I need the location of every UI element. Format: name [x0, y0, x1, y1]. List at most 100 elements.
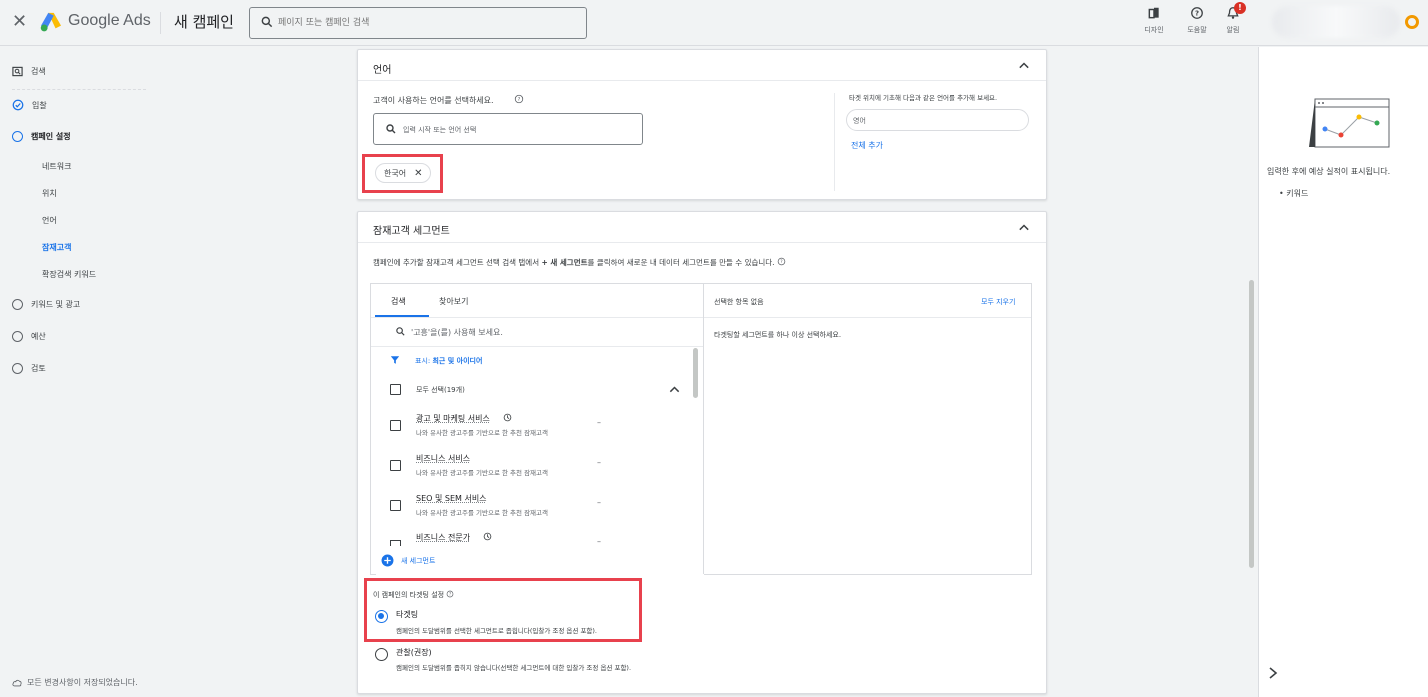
divider — [358, 242, 1046, 243]
new-segment-button[interactable]: 새 세그먼트 — [401, 556, 435, 566]
svg-text:?: ? — [1195, 10, 1199, 18]
nav-divider — [12, 89, 146, 90]
nav-sub-broad-match[interactable]: 확장검색 키워드 — [42, 269, 96, 280]
filter-value: 최근 및 아이디어 — [432, 357, 483, 365]
divider — [160, 12, 161, 34]
suggested-language-pill[interactable]: 영어 — [846, 109, 1029, 131]
segment-checkbox[interactable] — [390, 420, 401, 431]
design-label: 디자인 — [1144, 26, 1164, 34]
suggestion-text: 타겟 위치에 기초해 다음과 같은 언어를 추가해 보세요. — [849, 94, 998, 102]
left-nav: 검색 입찰 캠페인 설정 네트워크 위치 언어 잠재고객 확장검색 키워드 키워… — [0, 47, 158, 697]
search-icon — [386, 124, 396, 134]
account-info[interactable] — [1272, 6, 1400, 38]
chevron-up-icon[interactable] — [1019, 61, 1029, 71]
language-search-placeholder: 입력 시작 또는 언어 선택 — [403, 126, 477, 134]
segment-name[interactable]: SEO 및 SEM 서비스 — [416, 493, 487, 504]
notifications-button[interactable]: ! 알림 — [1216, 2, 1250, 35]
estimate-bullet: • 키워드 — [1279, 189, 1309, 198]
segment-name[interactable]: 비즈니스 서비스 — [416, 453, 470, 464]
help-icon[interactable]: ? — [777, 257, 786, 266]
search-icon — [396, 327, 405, 336]
design-button[interactable]: 디자인 — [1137, 6, 1171, 35]
segment-checkbox[interactable] — [390, 460, 401, 471]
filter-icon[interactable] — [390, 355, 400, 365]
right-panel: 입력한 후에 예상 실적이 표시됩니다. • 키워드 — [1258, 47, 1428, 697]
close-icon[interactable]: ✕ — [12, 13, 27, 31]
clear-all-link[interactable]: 모두 지우기 — [981, 297, 1015, 307]
nav-label-campaign-settings: 캠페인 설정 — [31, 132, 71, 141]
audience-card-title: 잠재고객 세그먼트 — [373, 226, 450, 237]
help-icon: ? — [1191, 7, 1203, 19]
nav-item-budget[interactable]: 예산 — [12, 331, 46, 342]
chevron-up-icon[interactable] — [669, 385, 680, 395]
notification-badge: ! — [1234, 2, 1246, 14]
svg-text:?: ? — [518, 97, 521, 103]
nav-sub-audience[interactable]: 잠재고객 — [42, 242, 71, 253]
divider — [371, 346, 703, 347]
nav-label-budget: 예산 — [31, 332, 46, 341]
nav-label-bidding: 입찰 — [32, 100, 47, 110]
segment-checkbox[interactable] — [390, 500, 401, 511]
chevron-up-icon[interactable] — [1019, 223, 1029, 233]
segment-name[interactable]: 비즈니스 전문가 — [416, 532, 470, 543]
language-prompt: 고객이 사용하는 언어를 선택하세요. — [373, 96, 494, 105]
divider — [371, 317, 703, 318]
segment-value: – — [597, 537, 601, 546]
nav-item-bidding[interactable]: 입찰 — [12, 99, 47, 111]
save-status: 모든 변경사항이 저장되었습니다. — [12, 677, 138, 688]
nav-item-search[interactable]: 검색 — [12, 66, 46, 77]
check-circle-icon — [12, 99, 24, 111]
top-bar: ✕ Google Ads 새 캠페인 디자인 ? 도움말 ! 알림 — [0, 0, 1428, 46]
segment-search-input[interactable]: '고흥'을(를) 사용해 보세요. — [411, 327, 503, 338]
page-search-input[interactable] — [278, 14, 578, 32]
tab-browse[interactable]: 찾아보기 — [439, 296, 468, 307]
highlight-box — [364, 578, 642, 642]
selected-title: 선택한 항목 없음 — [714, 298, 764, 306]
account-avatar[interactable] — [1405, 15, 1419, 29]
nav-item-keywords-ads[interactable]: 키워드 및 광고 — [12, 299, 80, 310]
segment-name[interactable]: 광고 및 마케팅 서비스 — [416, 413, 490, 424]
design-icon — [1148, 7, 1159, 19]
filter-label[interactable]: 표시: 최근 및 아이디어 — [415, 356, 482, 366]
divider — [358, 80, 1046, 81]
chevron-right-icon[interactable] — [1268, 667, 1278, 679]
add-circle-icon[interactable] — [381, 554, 394, 567]
search-campaign-icon — [12, 66, 23, 77]
step-current-icon — [12, 131, 23, 142]
observation-radio[interactable] — [375, 648, 388, 661]
segment-value: – — [597, 458, 601, 467]
segment-desc: 나와 유사한 광고주를 기반으로 한 추천 잠재고객 — [416, 429, 548, 437]
segment-value: – — [597, 498, 601, 507]
clock-icon — [483, 532, 492, 541]
nav-item-campaign-settings[interactable]: 캠페인 설정 — [12, 131, 71, 142]
help-button[interactable]: ? 도움말 — [1180, 6, 1214, 35]
vertical-divider — [834, 93, 835, 191]
save-status-text: 모든 변경사항이 저장되었습니다. — [27, 678, 138, 687]
nav-label-keywords-ads: 키워드 및 광고 — [31, 300, 81, 309]
tab-search[interactable]: 검색 — [391, 296, 406, 307]
filter-prefix: 표시: — [415, 357, 431, 365]
search-icon — [261, 16, 273, 28]
list-scrollbar[interactable] — [693, 348, 698, 398]
page-scrollbar[interactable] — [1249, 280, 1254, 568]
divider — [704, 317, 1031, 318]
language-card: 언어 고객이 사용하는 언어를 선택하세요. ? 입력 시작 또는 언어 선택 … — [357, 49, 1047, 200]
notifications-label: 알림 — [1226, 26, 1240, 34]
nav-sub-language[interactable]: 언어 — [42, 215, 57, 226]
nav-sub-location[interactable]: 위치 — [42, 188, 57, 199]
step-todo-icon — [12, 299, 23, 310]
page-search[interactable] — [249, 7, 587, 39]
add-all-link[interactable]: 전체 추가 — [851, 140, 883, 151]
performance-illustration — [1309, 98, 1390, 148]
segment-desc: 나와 유사한 광고주를 기반으로 한 추천 잠재고객 — [416, 469, 548, 477]
highlight-box — [362, 154, 443, 193]
nav-item-review[interactable]: 검토 — [12, 363, 46, 374]
audience-description: 캠페인에 추가할 잠재고객 세그먼트 선택 검색 탭에서 + 새 세그먼트를 클… — [373, 257, 786, 268]
segment-value: – — [597, 418, 601, 427]
nav-sub-network[interactable]: 네트워크 — [42, 161, 71, 172]
select-all-checkbox[interactable] — [390, 384, 401, 395]
nav-label-review: 검토 — [31, 364, 46, 373]
help-icon[interactable]: ? — [514, 94, 524, 104]
description-bold: + 새 세그먼트 — [541, 258, 588, 267]
language-search-field[interactable]: 입력 시작 또는 언어 선택 — [373, 113, 643, 145]
